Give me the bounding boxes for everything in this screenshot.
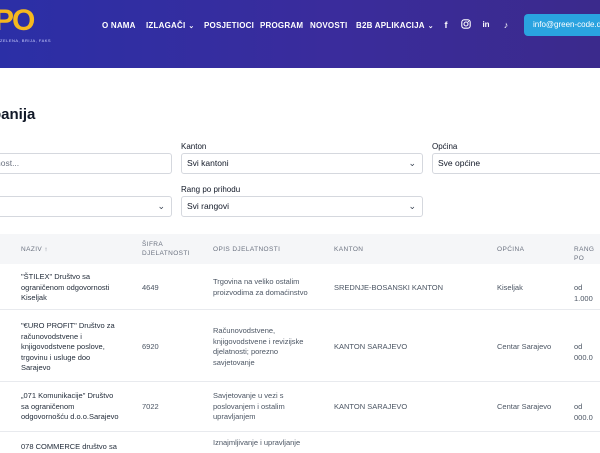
cell-opcina: Centar Sarajevo (497, 402, 552, 411)
cell-sifra: 4649 (142, 283, 159, 292)
chevron-down-icon: ⌄ (188, 23, 195, 30)
chevron-down-icon: ⌄ (408, 158, 416, 168)
cell-naziv: "ŠTILEX" Društvo sa ograničenom odgovorn… (21, 272, 109, 304)
site-header: PO ZELENA, BRIJA, FAKS O NAMA IZLAGAČI ⌄ … (0, 0, 600, 68)
cell-opis: Računovodstvene, knjigovodstvene i reviz… (213, 326, 303, 368)
column-kanton: KANTON (334, 246, 364, 253)
nav-novosti[interactable]: NOVOSTI (310, 21, 347, 30)
email-button[interactable]: info@green-code.de (524, 14, 600, 36)
naziv-line: "€URO PROFIT" Društvo za (21, 321, 115, 330)
cell-opcina: Kiseljak (497, 283, 523, 292)
opcina-select-value: Sve općine (438, 158, 481, 168)
nav-o-nama[interactable]: O NAMA (102, 21, 136, 30)
column-naziv[interactable]: NAZIV ↑ (21, 245, 48, 254)
kanton-label: Kanton (181, 142, 207, 151)
row-divider (0, 381, 600, 382)
column-sifra-label: ŠIFRA (142, 241, 164, 248)
column-rang: RANG PO (574, 246, 595, 262)
naziv-line: knjigovodstvene poslove, (21, 342, 105, 351)
kanton-select[interactable]: Svi kantoni ⌄ (181, 153, 423, 174)
column-opcina: OPĆINA (497, 246, 525, 253)
cell-kanton: KANTON SARAJEVO (334, 342, 408, 351)
search-input[interactable]: nost... (0, 153, 172, 174)
nav-posjetioci[interactable]: POSJETIOCI (204, 21, 254, 30)
chevron-down-icon: ⌄ (408, 201, 416, 211)
filter-select[interactable]: ⌄ (0, 196, 172, 217)
opis-line: proizvodima za domaćinstvo (213, 287, 308, 297)
opis-line: poslovanjem i ostalim (213, 401, 285, 411)
nav-program[interactable]: PROGRAM (260, 21, 303, 30)
row-divider (0, 309, 600, 310)
column-naziv-label: NAZIV (21, 246, 43, 253)
linkedin-icon[interactable]: in (480, 19, 492, 31)
nav-izlagaci-label: IZLAGAČI (146, 21, 186, 30)
cell-rang: od 000.0 (574, 402, 593, 422)
cell-naziv: 078 COMMERCE društvo sa (21, 442, 117, 453)
naziv-line: sa ograničenom (21, 401, 75, 411)
nav-izlagaci[interactable]: IZLAGAČI ⌄ (146, 21, 194, 30)
naziv-line: "ŠTILEX" Društvo sa (21, 272, 91, 281)
chevron-down-icon: ⌄ (157, 201, 165, 211)
cell-kanton: KANTON SARAJEVO (334, 402, 408, 411)
cell-kanton: SREDNJE-BOSANSKI KANTON (334, 283, 444, 292)
opis-line: djelatnosti; porezno (213, 347, 279, 356)
cell-opis: Iznajmljivanje i upravljanje (213, 438, 300, 449)
cell-opis: Trgovina na veliko ostalim proizvodima z… (213, 277, 308, 298)
opis-line: savjetovanje (213, 357, 255, 367)
opis-line: Računovodstvene, (213, 326, 276, 335)
opis-line: Trgovina na veliko ostalim (213, 277, 300, 286)
cell-naziv: "€URO PROFIT" Društvo za računovodstvene… (21, 321, 115, 374)
column-sifra: ŠIFRA DJELATNOSTI (142, 240, 190, 258)
naziv-line: trgovinu i usluge doo (21, 352, 91, 362)
naziv-line: Sarajevo (21, 363, 51, 372)
rang-select-value: Svi rangovi (187, 201, 230, 211)
site-logo[interactable]: PO (0, 4, 35, 38)
opis-line: knjigovodstvene i revizijske (213, 336, 304, 346)
nav-b2b-label: B2B APLIKACIJA (356, 21, 425, 30)
column-sifra-label-2: DJELATNOSTI (142, 250, 190, 257)
kanton-select-value: Svi kantoni (187, 158, 229, 168)
row-divider (0, 431, 600, 432)
opis-line: Iznajmljivanje i upravljanje (213, 438, 301, 447)
cell-rang: od 000.0 (574, 342, 593, 362)
naziv-line: ograničenom odgovornosti (21, 282, 110, 292)
nav-b2b-aplikacija[interactable]: B2B APLIKACIJA ⌄ (356, 21, 434, 30)
cell-rang: od 1.000 (574, 283, 593, 303)
cell-naziv: „071 Komunikacije" Društvo sa ograničeno… (21, 391, 119, 423)
sort-arrow-icon: ↑ (44, 246, 49, 253)
table-header: NAZIV ↑ ŠIFRA DJELATNOSTI OPIS DJELATNOST… (0, 234, 600, 264)
cell-opcina: Centar Sarajevo (497, 342, 552, 351)
instagram-icon[interactable] (460, 19, 472, 31)
naziv-line: računovodstvene i (21, 331, 82, 341)
page-title: panija (0, 106, 36, 123)
chevron-down-icon: ⌄ (427, 23, 434, 30)
opcina-select[interactable]: Sve općine (432, 153, 600, 174)
naziv-line: 078 COMMERCE društvo sa (21, 442, 117, 451)
rang-label: Rang po prihodu (181, 185, 241, 194)
opis-line: Savjetovanje u vezi s (213, 391, 284, 400)
column-opis: OPIS DJELATNOSTI (213, 246, 281, 253)
facebook-icon[interactable]: f (440, 19, 452, 31)
opcina-label: Općina (432, 142, 458, 151)
naziv-line: Kiseljak (21, 293, 47, 302)
naziv-line: „071 Komunikacije" Društvo (21, 391, 114, 400)
naziv-line: odgovornošću d.o.o.Sarajevo (21, 412, 119, 421)
tiktok-icon[interactable]: ♪ (500, 19, 512, 31)
opis-line: upravljanjem (213, 412, 256, 421)
cell-sifra: 6920 (142, 342, 159, 351)
cell-opis: Savjetovanje u vezi s poslovanjem i osta… (213, 391, 285, 423)
logo-tagline: ZELENA, BRIJA, FAKS (0, 38, 52, 43)
rang-select[interactable]: Svi rangovi ⌄ (181, 196, 423, 217)
cell-sifra: 7022 (142, 402, 159, 411)
